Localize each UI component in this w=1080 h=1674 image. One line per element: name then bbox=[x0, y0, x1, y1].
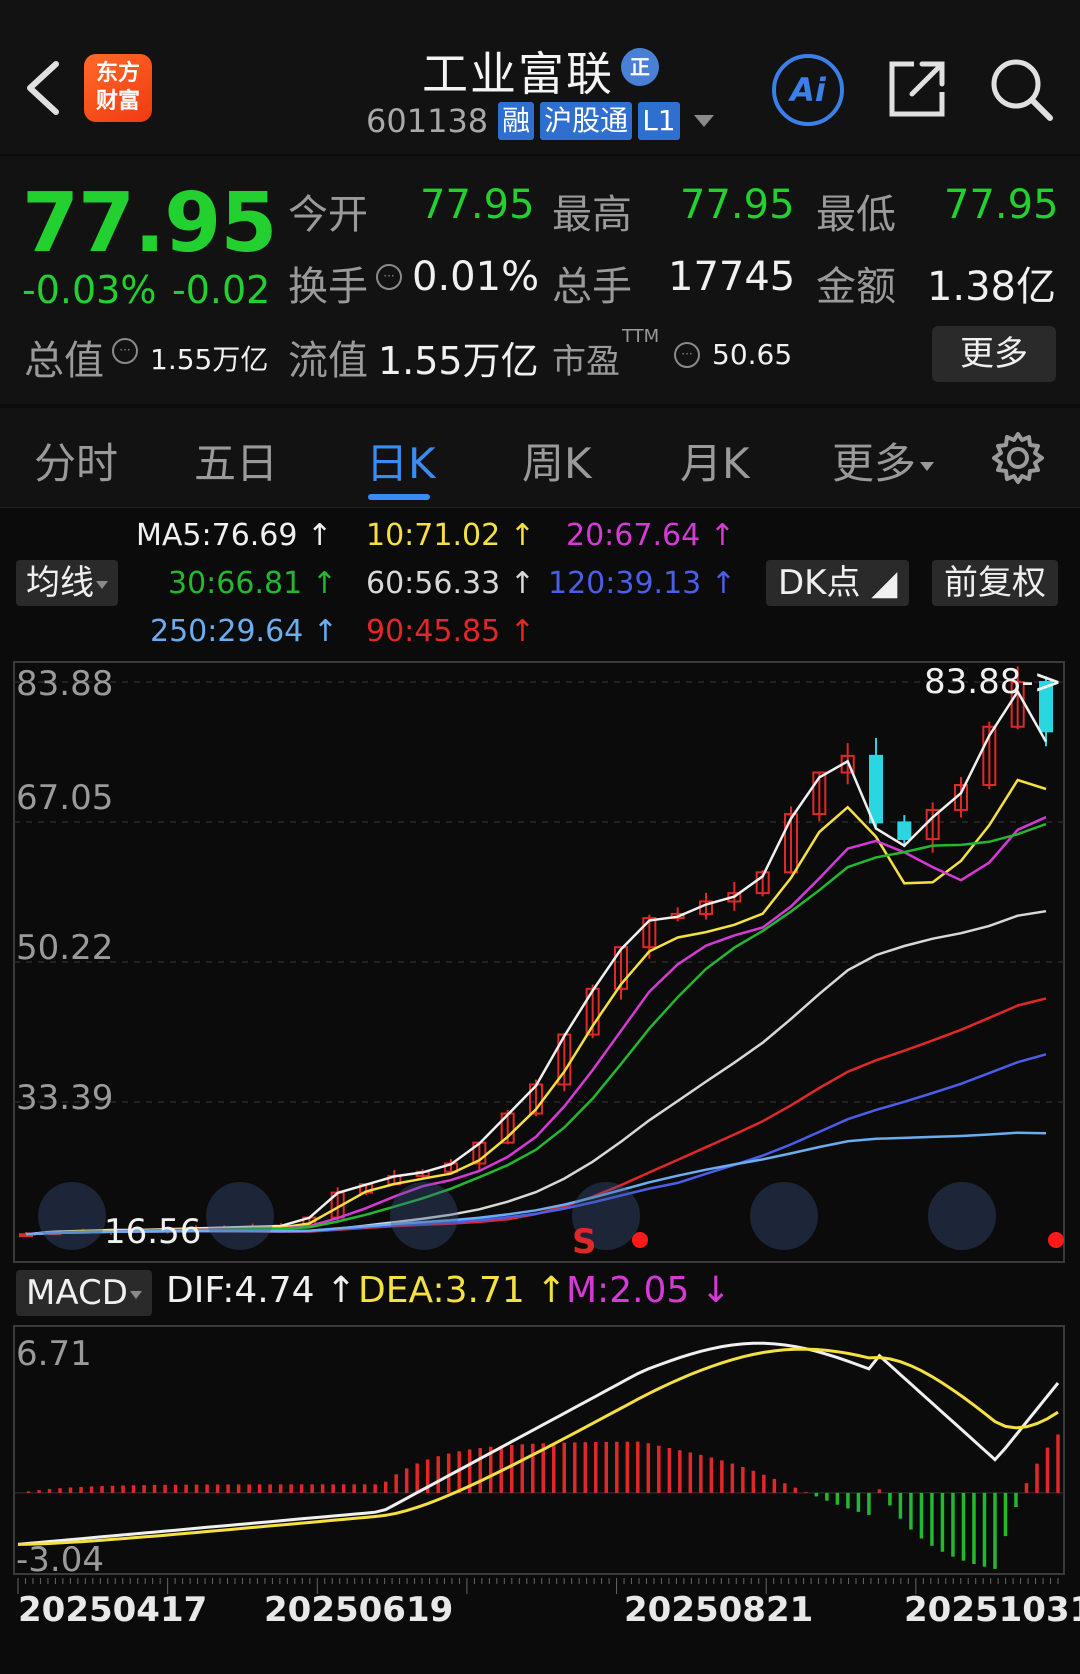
ma-line-2 bbox=[25, 815, 1047, 1236]
max-price-marker: 83.88-> bbox=[924, 662, 1063, 702]
ma-line-4 bbox=[25, 909, 1047, 1236]
y-axis-label: 83.88 bbox=[16, 664, 114, 704]
candle-body bbox=[869, 754, 883, 824]
dif-text: DIF:4.74 bbox=[166, 1270, 315, 1311]
sell-signal[interactable]: S bbox=[572, 1222, 597, 1262]
y-axis-label: 50.22 bbox=[16, 928, 114, 968]
y-axis-label: 67.05 bbox=[16, 778, 114, 818]
kline-chart[interactable] bbox=[0, 0, 1080, 1674]
macd-y-bottom: -3.04 bbox=[16, 1540, 104, 1580]
rewind-icon[interactable] bbox=[38, 1182, 106, 1250]
chevron-down-icon bbox=[129, 1290, 142, 1299]
ma-line-5 bbox=[25, 997, 1047, 1236]
fullscreen-icon[interactable] bbox=[928, 1182, 996, 1250]
dif-value: DIF:4.74 ↑ bbox=[166, 1270, 357, 1311]
m-text: M:2.05 bbox=[566, 1270, 690, 1311]
signal-dot bbox=[1048, 1232, 1064, 1248]
signal-dot bbox=[632, 1232, 648, 1248]
forward-icon[interactable] bbox=[750, 1182, 818, 1250]
dea-text: DEA:3.71 bbox=[358, 1270, 525, 1311]
min-price-marker: 16.56 bbox=[104, 1212, 202, 1252]
y-axis-label: 33.39 bbox=[16, 1078, 114, 1118]
ma-line-0 bbox=[25, 689, 1048, 1236]
dea-value: DEA:3.71 ↑ bbox=[358, 1270, 567, 1311]
macd-y-top: 6.71 bbox=[16, 1334, 92, 1374]
m-value: M:2.05 ↓ bbox=[566, 1270, 731, 1311]
macd-selector[interactable]: MACD bbox=[16, 1270, 152, 1316]
candle-body bbox=[897, 821, 912, 841]
x-axis-date: 20251031 bbox=[904, 1590, 1080, 1630]
zoom-in-icon[interactable] bbox=[390, 1182, 458, 1250]
macd-selector-label: MACD bbox=[26, 1273, 128, 1313]
x-axis-date: 20250417 bbox=[18, 1590, 208, 1630]
ma-line-3 bbox=[25, 822, 1047, 1236]
x-axis-date: 20250619 bbox=[264, 1590, 454, 1630]
zoom-out-icon[interactable] bbox=[206, 1182, 274, 1250]
x-axis-date: 20250821 bbox=[624, 1590, 814, 1630]
